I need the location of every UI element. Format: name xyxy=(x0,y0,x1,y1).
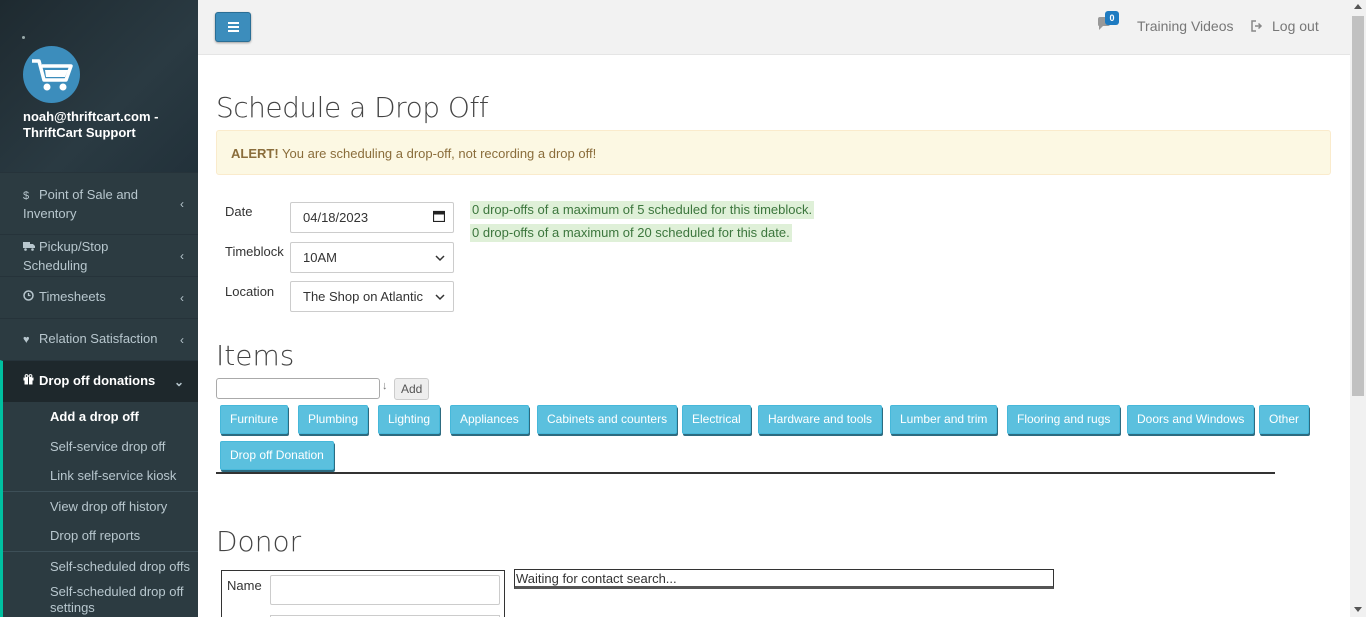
chevron-down-icon: ⌄ xyxy=(174,374,185,389)
sidebar-toggle-button[interactable] xyxy=(215,12,251,42)
add-item-button[interactable]: Add xyxy=(394,378,430,400)
sub-item-drop-off-history[interactable]: View drop off history xyxy=(3,492,198,522)
truck-icon xyxy=(23,240,39,257)
timeblock-label: Timeblock xyxy=(225,244,284,259)
date-capacity-note: 0 drop-offs of a maximum of 20 scheduled… xyxy=(470,224,792,242)
calendar-icon[interactable] xyxy=(432,210,446,225)
sidebar-item-label: Drop off donations xyxy=(39,373,156,388)
items-divider xyxy=(216,472,1275,474)
sub-item-drop-off-reports[interactable]: Drop off reports xyxy=(3,521,198,551)
sidebar-item-drop-off-donations[interactable]: Drop off donations ⌄ xyxy=(0,360,198,402)
clock-icon xyxy=(23,290,39,307)
sort-arrow-icon[interactable]: ↓ xyxy=(382,380,388,392)
scroll-up-arrow-icon[interactable] xyxy=(1354,4,1362,9)
timeblock-capacity-note: 0 drop-offs of a maximum of 5 scheduled … xyxy=(470,201,815,219)
items-heading: Items xyxy=(216,339,295,372)
donor-form: Name xyxy=(221,570,505,617)
name-label: Name xyxy=(227,578,262,593)
dollar-icon: $ xyxy=(23,189,30,202)
category-button-lumber[interactable]: Lumber and trim xyxy=(890,405,998,434)
sub-item-self-service-drop-off[interactable]: Self-service drop off xyxy=(3,432,198,462)
sidebar-item-label: Relation Satisfaction xyxy=(39,331,158,346)
sub-item-add-drop-off[interactable]: Add a drop off xyxy=(3,402,198,432)
category-button-flooring[interactable]: Flooring and rugs xyxy=(1007,405,1121,434)
scrollbar-thumb[interactable] xyxy=(1352,16,1364,396)
shopping-cart-avatar-icon xyxy=(23,46,80,103)
category-button-lighting[interactable]: Lighting xyxy=(378,405,441,434)
alert-text: You are scheduling a drop-off, not recor… xyxy=(278,146,597,161)
hamburger-icon xyxy=(227,22,239,24)
alert-strong: ALERT! xyxy=(231,146,279,161)
date-input[interactable]: 04/18/2023 xyxy=(290,202,454,233)
sidebar-item-label: Point of Sale and Inventory xyxy=(23,186,139,221)
sub-item-self-scheduled-settings[interactable]: Self-scheduled drop off settings xyxy=(3,581,198,617)
donor-heading: Donor xyxy=(216,525,302,558)
category-button-doors-windows[interactable]: Doors and Windows xyxy=(1127,405,1255,434)
training-videos-link[interactable]: Training Videos xyxy=(1137,18,1234,34)
item-search-input[interactable] xyxy=(216,378,380,399)
sign-out-icon xyxy=(1251,20,1263,32)
category-button-cabinets[interactable]: Cabinets and counters xyxy=(537,405,678,434)
status-dot xyxy=(22,36,25,39)
chat-count-badge: 0 xyxy=(1105,11,1119,25)
page-scrollbar[interactable] xyxy=(1350,0,1366,617)
location-value: The Shop on Atlantic xyxy=(303,289,423,304)
category-button-appliances[interactable]: Appliances xyxy=(450,405,529,434)
user-panel: noah@thriftcart.com - ThriftCart Support xyxy=(0,0,198,172)
sidebar-menu: $ Point of Sale and Inventory ‹ Pickup/St… xyxy=(0,172,198,402)
warning-alert: ALERT! You are scheduling a drop-off, no… xyxy=(216,130,1331,175)
logout-link[interactable]: Log out xyxy=(1272,18,1319,34)
gift-icon xyxy=(23,374,39,391)
date-label: Date xyxy=(225,204,253,219)
contact-search-status: Waiting for contact search... xyxy=(514,569,1054,589)
name-input[interactable] xyxy=(270,575,500,605)
sidebar-item-point-of-sale[interactable]: $ Point of Sale and Inventory ‹ xyxy=(0,172,198,234)
user-name: noah@thriftcart.com - ThriftCart Support xyxy=(23,109,159,140)
sub-item-self-scheduled-drop-offs[interactable]: Self-scheduled drop offs xyxy=(3,552,198,582)
category-button-other[interactable]: Other xyxy=(1259,405,1310,434)
category-button-hardware[interactable]: Hardware and tools xyxy=(758,405,883,434)
category-button-furniture[interactable]: Furniture xyxy=(220,405,289,434)
sidebar-item-timesheets[interactable]: Timesheets ‹ xyxy=(0,276,198,318)
category-button-drop-off-donation[interactable]: Drop off Donation xyxy=(220,441,334,470)
page-title: Schedule a Drop Off xyxy=(216,91,489,124)
sidebar: noah@thriftcart.com - ThriftCart Support… xyxy=(0,0,198,617)
category-button-plumbing[interactable]: Plumbing xyxy=(298,405,369,434)
chevron-left-icon: ‹ xyxy=(180,248,184,263)
scroll-down-arrow-icon[interactable] xyxy=(1354,607,1362,612)
sidebar-item-label: Timesheets xyxy=(39,289,106,304)
timeblock-value: 10AM xyxy=(303,250,337,265)
chevron-down-icon xyxy=(435,254,445,261)
category-button-electrical[interactable]: Electrical xyxy=(682,405,751,434)
location-select[interactable]: The Shop on Atlantic xyxy=(290,281,454,312)
drop-off-submenu: Add a drop off Self-service drop off Lin… xyxy=(0,402,198,617)
date-value: 04/18/2023 xyxy=(303,210,369,225)
sub-item-link-kiosk[interactable]: Link self-service kiosk xyxy=(3,461,198,491)
location-label: Location xyxy=(225,284,275,299)
chevron-left-icon: ‹ xyxy=(180,196,184,211)
sidebar-item-pickup-scheduling[interactable]: Pickup/Stop Scheduling ‹ xyxy=(0,234,198,276)
chevron-left-icon: ‹ xyxy=(180,290,184,305)
heart-icon: ♥ xyxy=(23,334,30,346)
timeblock-select[interactable]: 10AM xyxy=(290,242,454,273)
chevron-down-icon xyxy=(435,293,445,300)
top-navbar: 0 Training Videos Log out xyxy=(198,0,1350,55)
sidebar-item-relation-satisfaction[interactable]: ♥ Relation Satisfaction ‹ xyxy=(0,318,198,360)
chevron-left-icon: ‹ xyxy=(180,332,184,347)
